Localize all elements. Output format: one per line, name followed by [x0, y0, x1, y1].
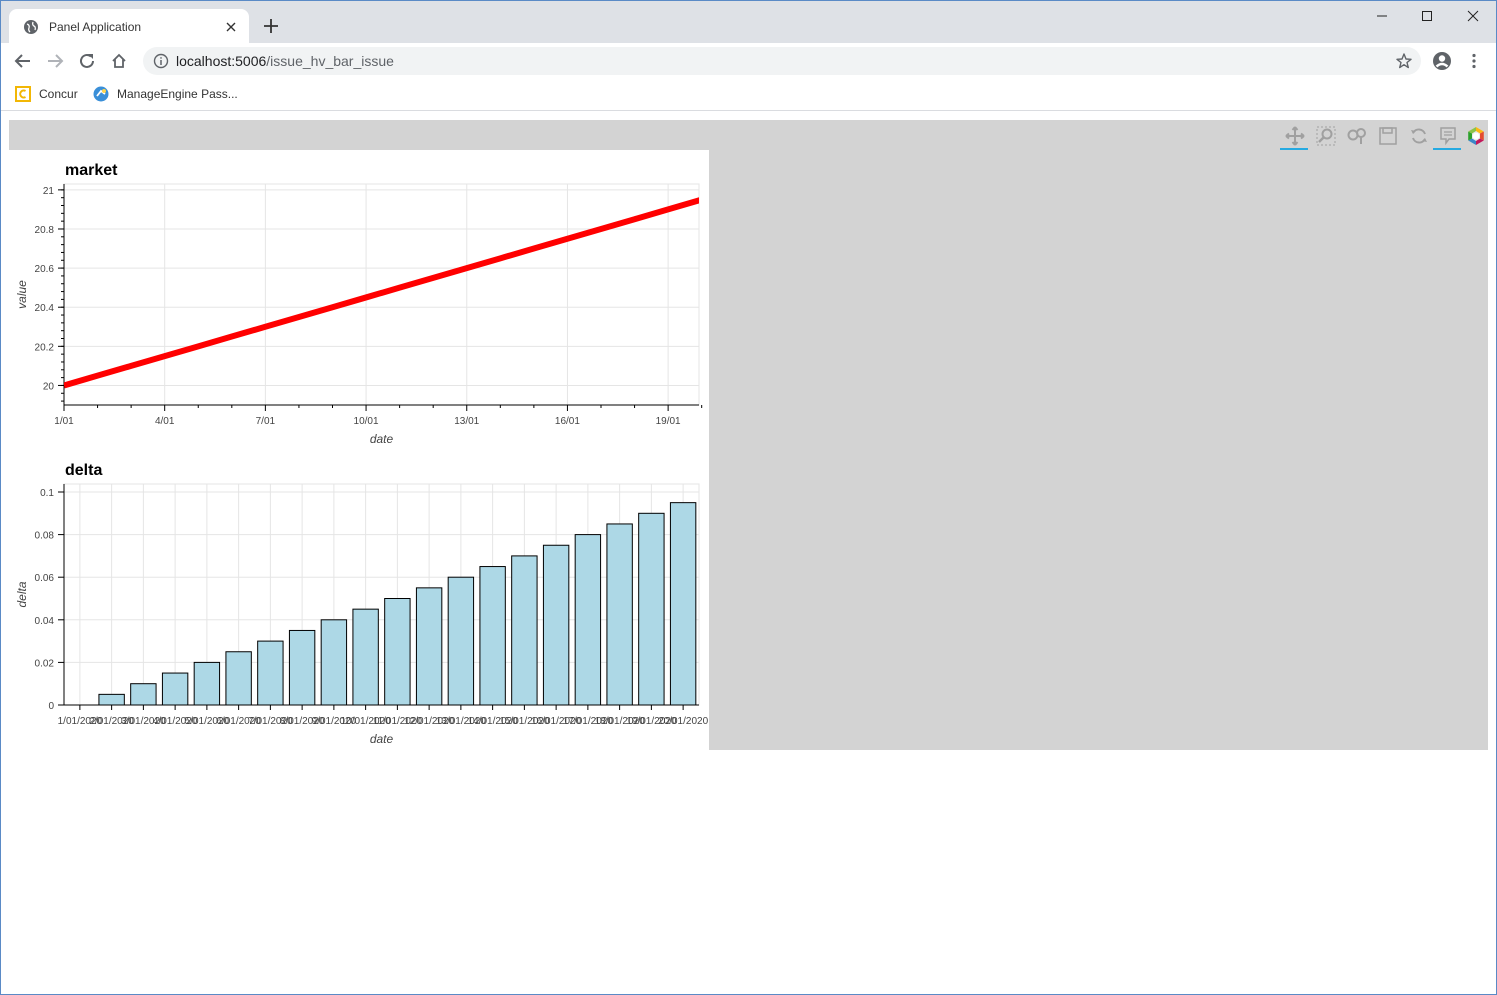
bookmark-label: Concur [39, 87, 78, 101]
delta-bar [574, 534, 602, 706]
bokeh-logo[interactable] [1464, 123, 1488, 150]
y-tick-label: 0 [48, 701, 54, 712]
bookmarks-bar: Concur ManageEngine Pass... [1, 79, 1496, 111]
y-tick-label: 20.2 [35, 342, 55, 353]
delta-bar [384, 598, 411, 706]
x-tick-label: 4/01 [155, 416, 175, 427]
forward-icon[interactable] [46, 52, 64, 70]
delta-bar [669, 502, 697, 706]
delta-bar [98, 693, 125, 706]
menu-kebab-icon[interactable] [1465, 52, 1483, 70]
plot-frame [63, 483, 700, 706]
y-tick-label: 20.4 [35, 303, 55, 314]
x-tick-label: 13/01 [454, 416, 479, 427]
bokeh-toolbar [1276, 120, 1488, 150]
pan-tool-icon [1285, 126, 1305, 146]
wheel-zoom-tool-icon [1347, 128, 1366, 144]
back-icon[interactable] [14, 52, 32, 70]
chart-title: market [65, 162, 118, 179]
delta-bar [193, 661, 221, 706]
y-tick-label: 0.04 [35, 616, 55, 627]
delta-bar [479, 566, 506, 706]
save-tool-icon [1379, 127, 1397, 145]
delta-bar [130, 683, 157, 706]
manageengine-icon [93, 86, 109, 102]
bookmark-star-icon[interactable] [1395, 52, 1413, 70]
delta-bar [320, 619, 348, 706]
x-tick-label: 20/01/2020 [658, 716, 708, 727]
browser-toolbar: localhost:5006/issue_hv_bar_issue [1, 43, 1496, 79]
delta-bar [288, 629, 316, 706]
delta-bar [352, 608, 379, 706]
delta-bar [447, 576, 475, 706]
address-bar[interactable]: localhost:5006/issue_hv_bar_issue [143, 47, 1421, 75]
bookmark-manageengine[interactable]: ManageEngine Pass... [93, 84, 238, 104]
box-zoom-tool[interactable] [1311, 123, 1339, 150]
delta-bar [225, 651, 252, 706]
chart-title: delta [65, 462, 102, 479]
delta-bar [257, 640, 284, 706]
delta-bar [415, 587, 443, 706]
minimize-icon[interactable] [1373, 7, 1391, 25]
new-tab-icon[interactable] [262, 17, 280, 35]
hover-tool-icon [1440, 127, 1456, 146]
home-icon[interactable] [110, 52, 128, 70]
y-tick-label: 0.08 [35, 531, 55, 542]
close-window-icon[interactable] [1464, 7, 1482, 25]
url-path: /issue_hv_bar_issue [266, 53, 394, 69]
reload-icon[interactable] [78, 52, 96, 70]
x-axis-label: date [370, 432, 394, 446]
y-tick-label: 0.1 [40, 488, 54, 499]
y-axis-label: value [15, 280, 29, 309]
y-tick-label: 0.02 [35, 658, 55, 669]
y-tick-label: 20 [43, 381, 55, 392]
globe-icon [24, 19, 38, 34]
hover-tool[interactable] [1433, 123, 1461, 150]
y-tick-label: 0.06 [35, 573, 55, 584]
delta-bar [638, 512, 665, 706]
delta-bar [511, 555, 538, 706]
delta-chart[interactable]: delta00.020.040.060.080.11/01/20202/01/2… [9, 450, 709, 750]
site-info-icon[interactable] [153, 53, 169, 69]
maximize-icon[interactable] [1418, 7, 1436, 25]
pan-tool[interactable] [1280, 123, 1308, 150]
bokeh-logo-icon [1468, 127, 1484, 145]
y-tick-label: 21 [43, 186, 55, 197]
y-tick-label: 20.8 [35, 225, 55, 236]
x-tick-label: 10/01 [354, 416, 379, 427]
delta-bar [606, 523, 633, 706]
tab-title: Panel Application [49, 19, 142, 34]
concur-icon [15, 86, 31, 102]
save-tool[interactable] [1373, 123, 1401, 150]
reset-tool[interactable] [1404, 123, 1432, 150]
x-axis-label: date [370, 732, 394, 746]
bookmark-concur[interactable]: Concur [15, 84, 78, 104]
x-tick-label: 7/01 [256, 416, 276, 427]
close-tab-icon[interactable] [223, 19, 239, 35]
title-bar: Panel Application [1, 1, 1496, 44]
delta-bar [542, 544, 570, 706]
wheel-zoom-tool[interactable] [1342, 123, 1370, 150]
market-chart[interactable]: market 1/01 4/01 7/01 10/01 13/01 16/01 19/01 20… [9, 150, 709, 450]
x-tick-label: 1/01 [54, 416, 74, 427]
profile-avatar-icon[interactable] [1432, 51, 1452, 71]
box-zoom-tool-icon [1316, 126, 1336, 146]
url-host: localhost:5006 [176, 53, 267, 69]
x-tick-label: 16/01 [555, 416, 580, 427]
x-tick-label: 19/01 [656, 416, 681, 427]
y-tick-label: 20.6 [35, 264, 55, 275]
browser-tab[interactable]: Panel Application [9, 9, 249, 44]
bookmark-label: ManageEngine Pass... [117, 87, 238, 101]
delta-bar [161, 672, 189, 706]
reset-tool-icon [1411, 128, 1427, 144]
y-axis-label: delta [15, 581, 29, 607]
